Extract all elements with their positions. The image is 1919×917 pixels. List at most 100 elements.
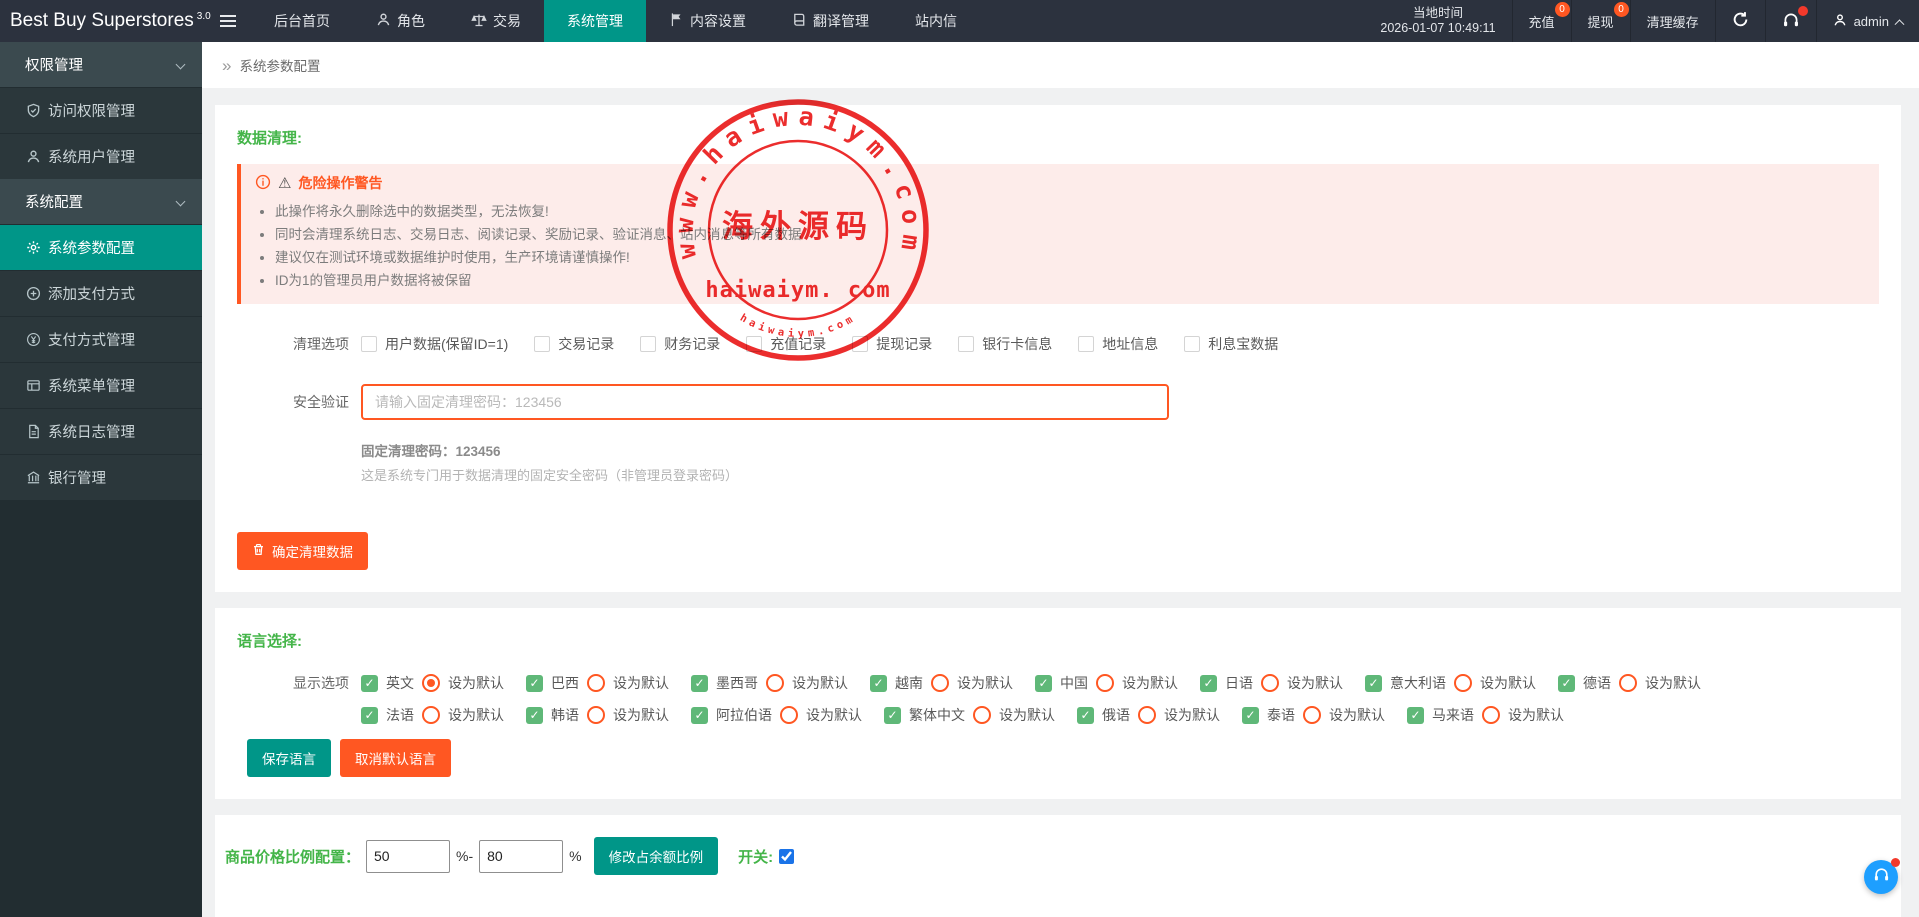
price-ratio-max-input[interactable]: [479, 840, 563, 873]
default-radio[interactable]: [422, 706, 440, 724]
clear-cache-button[interactable]: 清理缓存: [1630, 0, 1715, 42]
default-radio[interactable]: [1482, 706, 1500, 724]
language-checkbox[interactable]: [526, 675, 543, 692]
checkbox[interactable]: [1078, 336, 1094, 352]
sidebar-section-permission[interactable]: 权限管理: [0, 42, 202, 87]
clean-option-trade[interactable]: 交易记录: [534, 334, 614, 354]
language-checkbox[interactable]: [1365, 675, 1382, 692]
headset-icon: [1873, 866, 1890, 888]
language-label: 马来语: [1432, 705, 1474, 725]
language-checkbox[interactable]: [884, 707, 901, 724]
nav-item-translate[interactable]: 翻译管理: [769, 0, 892, 42]
language-checkbox[interactable]: [1200, 675, 1217, 692]
default-radio[interactable]: [1261, 674, 1279, 692]
clean-password-input[interactable]: [361, 384, 1169, 420]
shield-check-icon: [25, 103, 41, 118]
language-option-russian: 俄语设为默认: [1077, 705, 1220, 725]
file-log-icon: [25, 424, 41, 439]
default-radio-selected[interactable]: [422, 674, 440, 692]
default-radio[interactable]: [973, 706, 991, 724]
modify-ratio-button[interactable]: 修改占余额比例: [594, 837, 719, 875]
sidebar-item-log-manage[interactable]: 系统日志管理: [0, 409, 202, 454]
admin-menu[interactable]: admin: [1816, 0, 1919, 42]
sidebar-item-menu-manage[interactable]: 系统菜单管理: [0, 363, 202, 408]
refresh-button[interactable]: [1715, 0, 1765, 42]
default-radio[interactable]: [1138, 706, 1156, 724]
language-checkbox[interactable]: [361, 707, 378, 724]
clean-option-finance[interactable]: 财务记录: [640, 334, 720, 354]
language-checkbox[interactable]: [1077, 707, 1094, 724]
nav-item-content[interactable]: 内容设置: [646, 0, 769, 42]
price-ratio-min-input[interactable]: [366, 840, 450, 873]
language-checkbox[interactable]: [691, 675, 708, 692]
support-button[interactable]: [1765, 0, 1816, 42]
nav-item-system[interactable]: 系统管理: [544, 0, 646, 42]
clean-option-user-data[interactable]: 用户数据(保留ID=1): [361, 334, 508, 354]
set-default-label: 设为默认: [448, 673, 504, 693]
default-radio[interactable]: [587, 674, 605, 692]
clean-option-bankcard[interactable]: 银行卡信息: [958, 334, 1052, 354]
checkbox[interactable]: [1184, 336, 1200, 352]
main-content: » 系统参数配置 数据清理: ⚠ 危险操作警告 此操作将永久删除选中的数据类型，…: [202, 42, 1919, 917]
modify-ratio-label: 修改占余额比例: [609, 846, 704, 866]
confirm-clean-button[interactable]: 确定清理数据: [237, 532, 368, 570]
fixed-password-hint: 固定清理密码：123456: [361, 440, 1879, 460]
nav-item-messages[interactable]: 站内信: [892, 0, 980, 42]
checkbox[interactable]: [746, 336, 762, 352]
clean-option-address[interactable]: 地址信息: [1078, 334, 1158, 354]
language-option-malay: 马来语设为默认: [1407, 705, 1564, 725]
checkbox[interactable]: [958, 336, 974, 352]
local-time-value: 2026-01-07 10:49:11: [1380, 21, 1495, 36]
set-default-label: 设为默认: [1480, 673, 1536, 693]
default-radio[interactable]: [780, 706, 798, 724]
cancel-default-language-button[interactable]: 取消默认语言: [340, 739, 451, 777]
sidebar-section-system-config[interactable]: 系统配置: [0, 179, 202, 224]
language-option-vietnam: 越南设为默认: [870, 673, 1013, 693]
default-radio[interactable]: [1619, 674, 1637, 692]
recharge-button[interactable]: 充值 0: [1512, 0, 1571, 42]
language-checkbox[interactable]: [1035, 675, 1052, 692]
sidebar-item-system-params[interactable]: 系统参数配置: [0, 225, 202, 270]
default-radio[interactable]: [931, 674, 949, 692]
checkbox[interactable]: [640, 336, 656, 352]
clean-option-recharge[interactable]: 充值记录: [746, 334, 826, 354]
clean-option-label: 交易记录: [558, 334, 614, 354]
checkbox[interactable]: [852, 336, 868, 352]
hamburger-menu-icon[interactable]: [205, 0, 251, 42]
nav-item-label: 翻译管理: [813, 11, 869, 31]
clean-option-interest[interactable]: 利息宝数据: [1184, 334, 1278, 354]
default-radio[interactable]: [1096, 674, 1114, 692]
default-radio[interactable]: [766, 674, 784, 692]
window-icon: [25, 378, 41, 393]
language-checkbox[interactable]: [870, 675, 887, 692]
sidebar-item-access-permission[interactable]: 访问权限管理: [0, 88, 202, 133]
clean-option-withdraw[interactable]: 提现记录: [852, 334, 932, 354]
floating-support-button[interactable]: [1864, 860, 1898, 894]
nav-item-home[interactable]: 后台首页: [251, 0, 353, 42]
language-checkbox[interactable]: [361, 675, 378, 692]
price-ratio-switch[interactable]: [779, 849, 794, 864]
language-checkbox[interactable]: [526, 707, 543, 724]
sidebar-item-system-users[interactable]: 系统用户管理: [0, 134, 202, 179]
language-label: 阿拉伯语: [716, 705, 772, 725]
sidebar-item-payment-manage[interactable]: 支付方式管理: [0, 317, 202, 362]
default-radio[interactable]: [1303, 706, 1321, 724]
nav-item-roles[interactable]: 角色: [353, 0, 448, 42]
language-checkbox[interactable]: [1558, 675, 1575, 692]
save-language-button[interactable]: 保存语言: [247, 739, 331, 777]
nav-item-trade[interactable]: 交易: [448, 0, 544, 42]
language-row-2: 法语设为默认 韩语设为默认 阿拉伯语设为默认 繁体中文设为默认 俄语设为默认 泰…: [361, 705, 1879, 725]
language-option-china: 中国设为默认: [1035, 673, 1178, 693]
checkbox[interactable]: [361, 336, 377, 352]
language-checkbox[interactable]: [1242, 707, 1259, 724]
default-radio[interactable]: [587, 706, 605, 724]
sidebar-item-add-payment[interactable]: 添加支付方式: [0, 271, 202, 316]
checkbox[interactable]: [534, 336, 550, 352]
default-radio[interactable]: [1454, 674, 1472, 692]
language-checkbox[interactable]: [691, 707, 708, 724]
language-checkbox[interactable]: [1407, 707, 1424, 724]
sidebar-item-bank-manage[interactable]: 银行管理: [0, 455, 202, 500]
price-ratio-title: 商品价格比例配置：: [225, 846, 360, 867]
clear-cache-label: 清理缓存: [1647, 12, 1699, 31]
withdraw-button[interactable]: 提现 0: [1571, 0, 1630, 42]
